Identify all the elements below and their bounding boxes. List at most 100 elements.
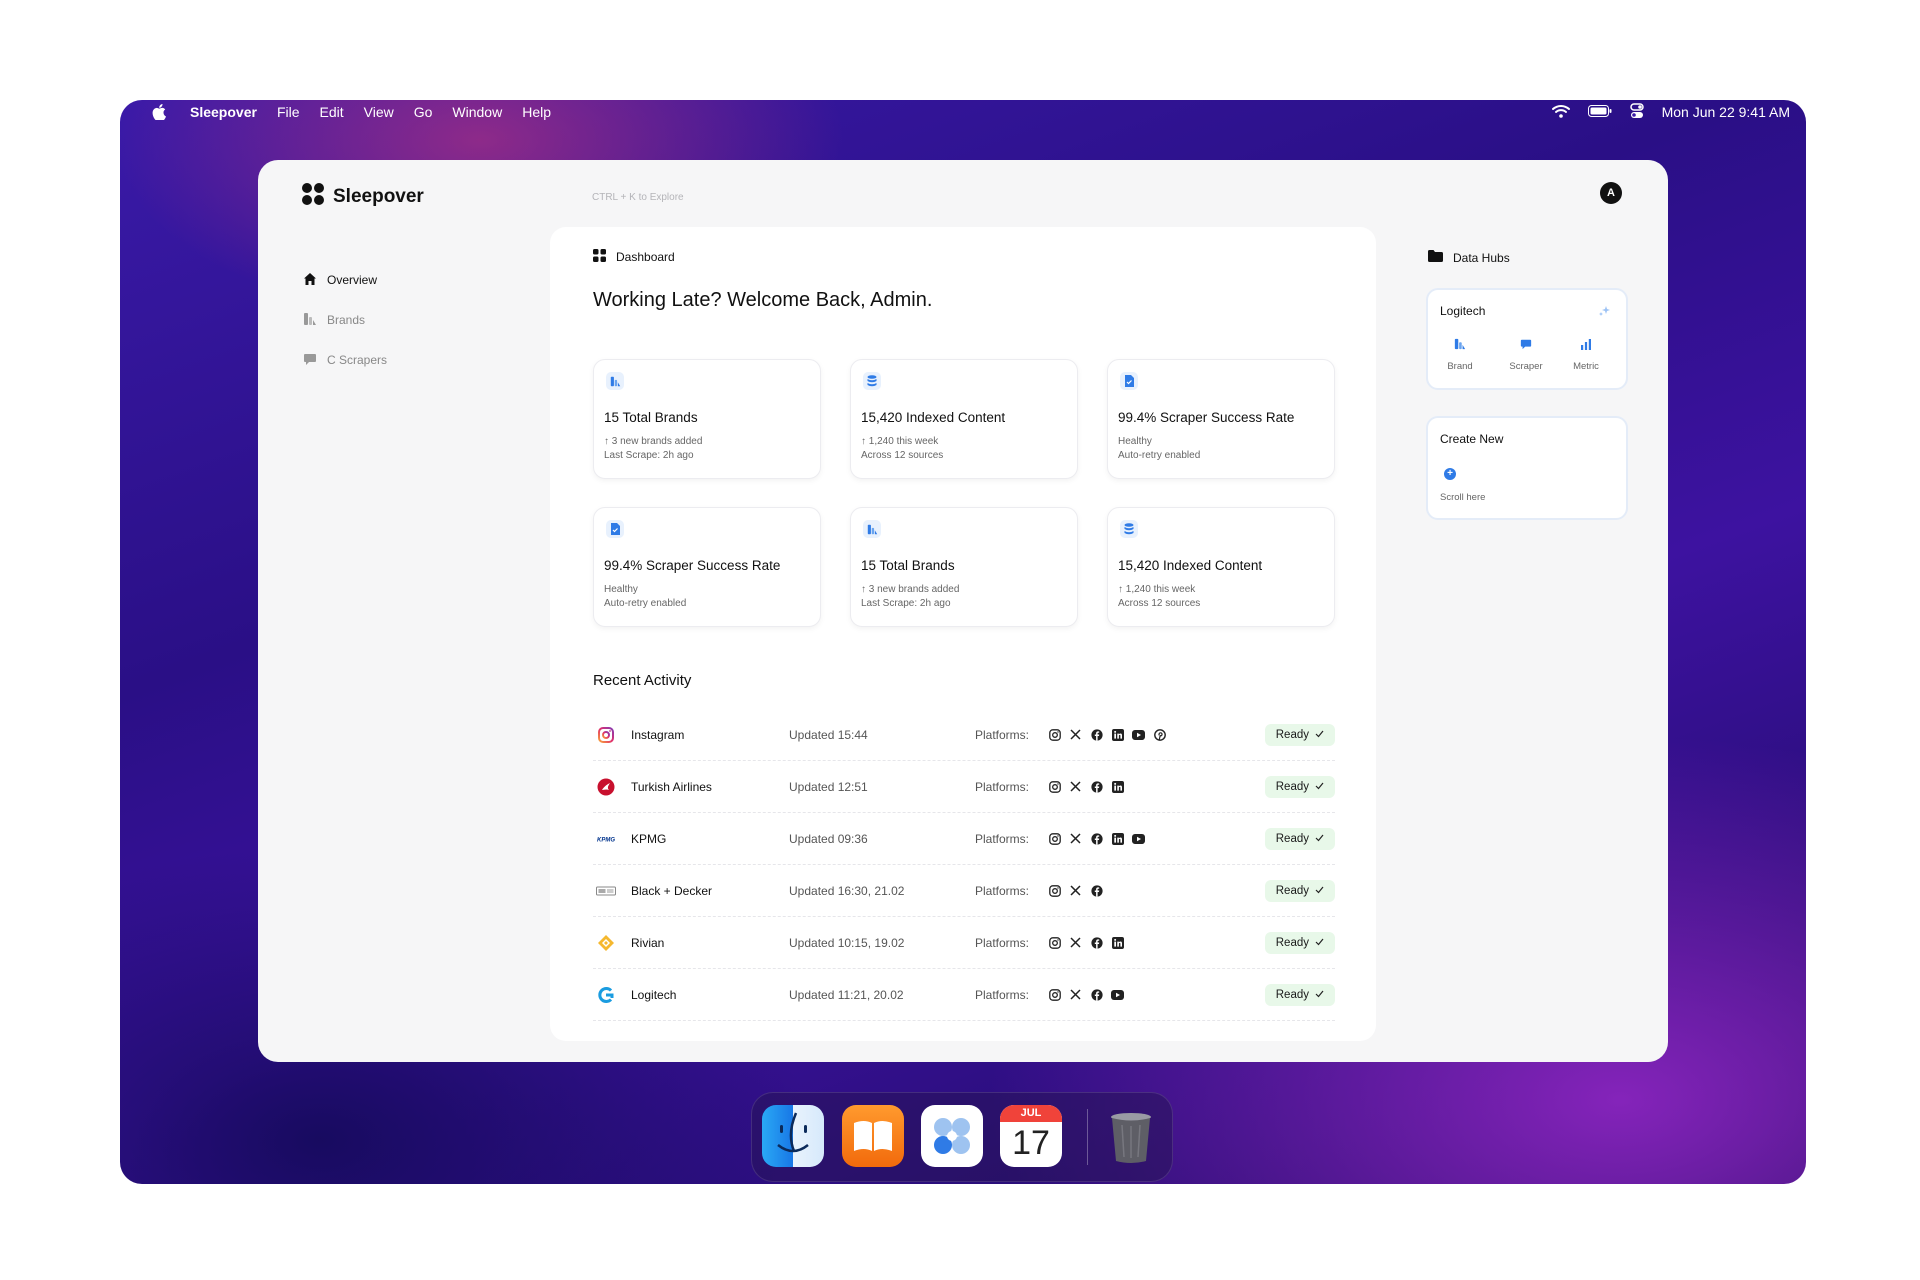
hub-item-label: Brand bbox=[1447, 361, 1473, 372]
calendar-icon[interactable]: JUL 17 bbox=[1000, 1105, 1062, 1167]
menu-datetime[interactable]: Mon Jun 22 9:41 AM bbox=[1662, 104, 1790, 120]
shortcut-hint[interactable]: CTRL + K to Explore bbox=[592, 192, 684, 203]
x-icon[interactable] bbox=[1068, 779, 1083, 794]
linkedin-icon[interactable] bbox=[1110, 831, 1125, 846]
table-row[interactable]: Logitech Updated 11:21, 20.02 Platforms:… bbox=[593, 969, 1335, 1021]
dashboard-icon bbox=[593, 249, 606, 265]
linkedin-icon[interactable] bbox=[1110, 779, 1125, 794]
x-icon[interactable] bbox=[1068, 935, 1083, 950]
facebook-icon[interactable] bbox=[1089, 883, 1104, 898]
status-badge[interactable]: Ready bbox=[1264, 709, 1335, 760]
menu-file[interactable]: File bbox=[277, 104, 300, 120]
apple-icon[interactable] bbox=[148, 104, 170, 120]
stat-card[interactable]: 15 Total Brands ↑ 3 new brands added Las… bbox=[850, 507, 1078, 627]
card-line: Auto-retry enabled bbox=[1118, 450, 1201, 461]
avatar[interactable]: A bbox=[1600, 182, 1622, 204]
app-window: Sleepover CTRL + K to Explore A Overview… bbox=[258, 160, 1668, 1062]
stat-card[interactable]: 15,420 Indexed Content ↑ 1,240 this week… bbox=[850, 359, 1078, 479]
hub-item-metric[interactable]: Metric bbox=[1556, 338, 1616, 372]
table-row[interactable]: Turkish Airlines Updated 12:51 Platforms… bbox=[593, 761, 1335, 813]
status-badge[interactable]: Ready bbox=[1264, 969, 1335, 1020]
create-new-card[interactable]: Create New + Scroll here bbox=[1426, 416, 1628, 520]
chat-icon bbox=[1520, 338, 1532, 353]
plus-icon[interactable]: + bbox=[1444, 468, 1456, 480]
table-row[interactable]: KPMG KPMG Updated 09:36 Platforms: Ready bbox=[593, 813, 1335, 865]
instagram-icon[interactable] bbox=[1047, 727, 1062, 742]
x-icon[interactable] bbox=[1068, 987, 1083, 1002]
x-icon[interactable] bbox=[1068, 727, 1083, 742]
sidebar-item-overview[interactable]: Overview bbox=[303, 270, 387, 290]
menu-go[interactable]: Go bbox=[414, 104, 433, 120]
stat-card[interactable]: 15,420 Indexed Content ↑ 1,240 this week… bbox=[1107, 507, 1335, 627]
calendar-day: 17 bbox=[1012, 1124, 1050, 1162]
menu-app-name[interactable]: Sleepover bbox=[190, 104, 257, 120]
menu-edit[interactable]: Edit bbox=[320, 104, 344, 120]
wifi-icon[interactable] bbox=[1551, 104, 1570, 121]
x-icon[interactable] bbox=[1068, 831, 1083, 846]
welcome-heading: Working Late? Welcome Back, Admin. bbox=[593, 289, 933, 311]
sidebar-item-label: Overview bbox=[327, 273, 378, 287]
platform-icons bbox=[1047, 917, 1125, 968]
menu-window[interactable]: Window bbox=[452, 104, 502, 120]
table-row[interactable]: Black + Decker Updated 16:30, 21.02 Plat… bbox=[593, 865, 1335, 917]
section-header: Dashboard bbox=[593, 249, 675, 265]
card-title: 99.4% Scraper Success Rate bbox=[1118, 410, 1295, 425]
instagram-icon[interactable] bbox=[1047, 831, 1062, 846]
turkish-airlines-logo-icon bbox=[595, 761, 617, 812]
menu-view[interactable]: View bbox=[364, 104, 394, 120]
platforms-label: Platforms: bbox=[975, 987, 1030, 1002]
check-icon bbox=[1315, 833, 1324, 845]
status-badge[interactable]: Ready bbox=[1264, 917, 1335, 968]
stat-card[interactable]: 15 Total Brands ↑ 3 new brands added Las… bbox=[593, 359, 821, 479]
updated-time: Updated 12:51 bbox=[789, 779, 868, 794]
linkedin-icon[interactable] bbox=[1110, 727, 1125, 742]
instagram-icon[interactable] bbox=[1047, 883, 1062, 898]
sidebar-item-brands[interactable]: Brands bbox=[303, 310, 387, 330]
battery-icon[interactable] bbox=[1587, 104, 1612, 120]
table-row[interactable]: Instagram Updated 15:44 Platforms: Ready bbox=[593, 709, 1335, 761]
brands-icon bbox=[863, 520, 881, 538]
x-icon[interactable] bbox=[1068, 883, 1083, 898]
sparkle-icon[interactable] bbox=[1598, 304, 1612, 323]
updated-time: Updated 09:36 bbox=[789, 831, 868, 846]
control-center-icon[interactable] bbox=[1629, 102, 1644, 122]
stat-card[interactable]: 99.4% Scraper Success Rate Healthy Auto-… bbox=[1107, 359, 1335, 479]
hub-item-label: Metric bbox=[1573, 361, 1599, 372]
brand-logo[interactable]: Sleepover bbox=[301, 182, 424, 212]
data-hub-card[interactable]: Logitech Brand Scraper Metric bbox=[1426, 288, 1628, 390]
status-badge[interactable]: Ready bbox=[1264, 865, 1335, 916]
facebook-icon[interactable] bbox=[1089, 831, 1104, 846]
sidebar-item-scrapers[interactable]: C Scrapers bbox=[303, 350, 387, 370]
status-badge[interactable]: Ready bbox=[1264, 813, 1335, 864]
platforms-label: Platforms: bbox=[975, 883, 1030, 898]
calendar-month: JUL bbox=[1000, 1105, 1062, 1122]
brands-icon bbox=[1454, 338, 1466, 353]
pinterest-icon[interactable] bbox=[1152, 727, 1167, 742]
card-line: ↑ 3 new brands added bbox=[604, 436, 703, 447]
status-label: Ready bbox=[1275, 936, 1309, 949]
facebook-icon[interactable] bbox=[1089, 987, 1104, 1002]
status-badge[interactable]: Ready bbox=[1264, 761, 1335, 812]
facebook-icon[interactable] bbox=[1089, 727, 1104, 742]
youtube-icon[interactable] bbox=[1131, 727, 1146, 742]
facebook-icon[interactable] bbox=[1089, 935, 1104, 950]
youtube-icon[interactable] bbox=[1131, 831, 1146, 846]
sleepover-app-icon[interactable] bbox=[921, 1105, 983, 1167]
instagram-icon[interactable] bbox=[1047, 987, 1062, 1002]
trash-icon[interactable] bbox=[1100, 1105, 1162, 1167]
menu-help[interactable]: Help bbox=[522, 104, 551, 120]
youtube-icon[interactable] bbox=[1110, 987, 1125, 1002]
stat-card[interactable]: 99.4% Scraper Success Rate Healthy Auto-… bbox=[593, 507, 821, 627]
linkedin-icon[interactable] bbox=[1110, 935, 1125, 950]
table-row[interactable]: Rivian Updated 10:15, 19.02 Platforms: R… bbox=[593, 917, 1335, 969]
facebook-icon[interactable] bbox=[1089, 779, 1104, 794]
finder-icon[interactable] bbox=[762, 1105, 824, 1167]
instagram-icon[interactable] bbox=[1047, 935, 1062, 950]
chat-icon bbox=[303, 352, 317, 369]
check-icon bbox=[1315, 729, 1324, 741]
instagram-icon[interactable] bbox=[1047, 779, 1062, 794]
hub-item-brand[interactable]: Brand bbox=[1430, 338, 1490, 372]
books-icon[interactable] bbox=[842, 1105, 904, 1167]
rivian-logo-icon bbox=[595, 917, 617, 968]
hub-item-scraper[interactable]: Scraper bbox=[1496, 338, 1556, 372]
